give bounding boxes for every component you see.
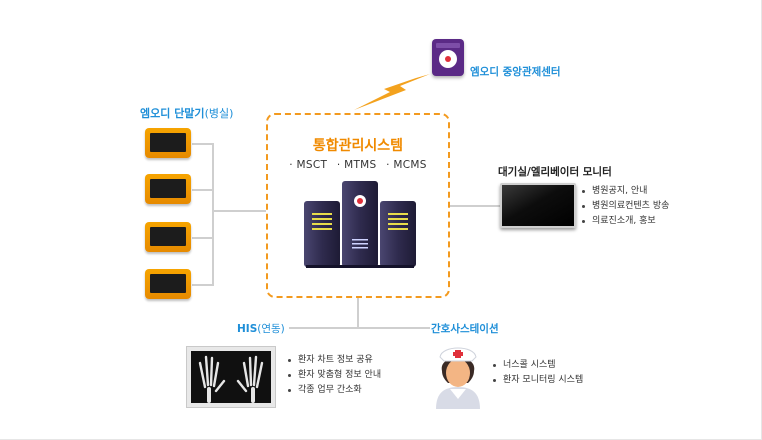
terminal-link-2 <box>192 189 214 191</box>
terminal-link-3 <box>192 237 214 239</box>
nurse-bullets: 너스콜 시스템 환자 모니터링 시스템 <box>493 358 583 388</box>
system-modules: · MSCT · MTMS · MCMS <box>268 159 448 171</box>
his-label-paren: (연동) <box>257 323 285 335</box>
module-mtms: · MTMS <box>336 159 377 171</box>
his-nurse-link <box>289 327 430 329</box>
terminal-to-system-link <box>214 210 266 212</box>
waiting-room-monitor <box>500 183 576 228</box>
central-server-icon <box>432 39 464 76</box>
system-title: 통합관리시스템 <box>312 138 404 154</box>
server-rack-icon <box>304 181 416 268</box>
terminals-label: 엠오디 단말기(병실) <box>140 105 233 121</box>
monitor-label: 대기실/엘리베이터 모니터 <box>498 166 612 178</box>
monitor-bullet-2: 병원의료컨텐츠 방송 <box>582 199 669 214</box>
monitor-bullet-3: 의료진소개, 홍보 <box>582 214 669 229</box>
bedside-terminal-3 <box>145 222 191 252</box>
bedside-terminal-4 <box>145 269 191 299</box>
module-mcms: · MCMS <box>386 159 427 171</box>
nurse-bullet-1: 너스콜 시스템 <box>493 358 583 373</box>
system-to-monitor-link <box>450 205 500 207</box>
his-label: HIS(연동) <box>237 321 285 336</box>
his-bullets: 환자 차트 정보 공유 환자 맞춤형 정보 안내 각종 업무 간소화 <box>288 353 381 398</box>
integrated-system-box: 통합관리시스템 · MSCT · MTMS · MCMS <box>266 113 450 298</box>
terminals-label-main: 엠오디 단말기 <box>140 107 205 120</box>
central-control-center-label: 엠오디 중앙관제센터 <box>470 66 561 78</box>
terminal-link-1 <box>192 143 214 145</box>
terminal-link-4 <box>192 284 214 286</box>
his-bullet-3: 각종 업무 간소화 <box>288 383 381 398</box>
nurse-icon <box>436 347 480 409</box>
his-bullet-2: 환자 맞춤형 정보 안내 <box>288 368 381 383</box>
bedside-terminal-1 <box>145 128 191 158</box>
system-down-link <box>357 298 359 328</box>
terminal-bus-vertical <box>212 143 214 286</box>
bedside-terminal-2 <box>145 174 191 204</box>
his-bullet-1: 환자 차트 정보 공유 <box>288 353 381 368</box>
module-msct: · MSCT <box>289 159 328 171</box>
nurse-station-label: 간호사스테이션 <box>431 323 499 335</box>
nurse-bullet-2: 환자 모니터링 시스템 <box>493 373 583 388</box>
terminals-label-paren: (병실) <box>204 107 234 120</box>
xray-image-icon <box>186 346 276 408</box>
hand-xray-icon <box>198 355 264 403</box>
his-label-main: HIS <box>237 323 258 335</box>
monitor-bullets: 병원공지, 안내 병원의료컨텐츠 방송 의료진소개, 홍보 <box>582 184 669 229</box>
lightning-icon <box>354 74 430 110</box>
monitor-bullet-1: 병원공지, 안내 <box>582 184 669 199</box>
